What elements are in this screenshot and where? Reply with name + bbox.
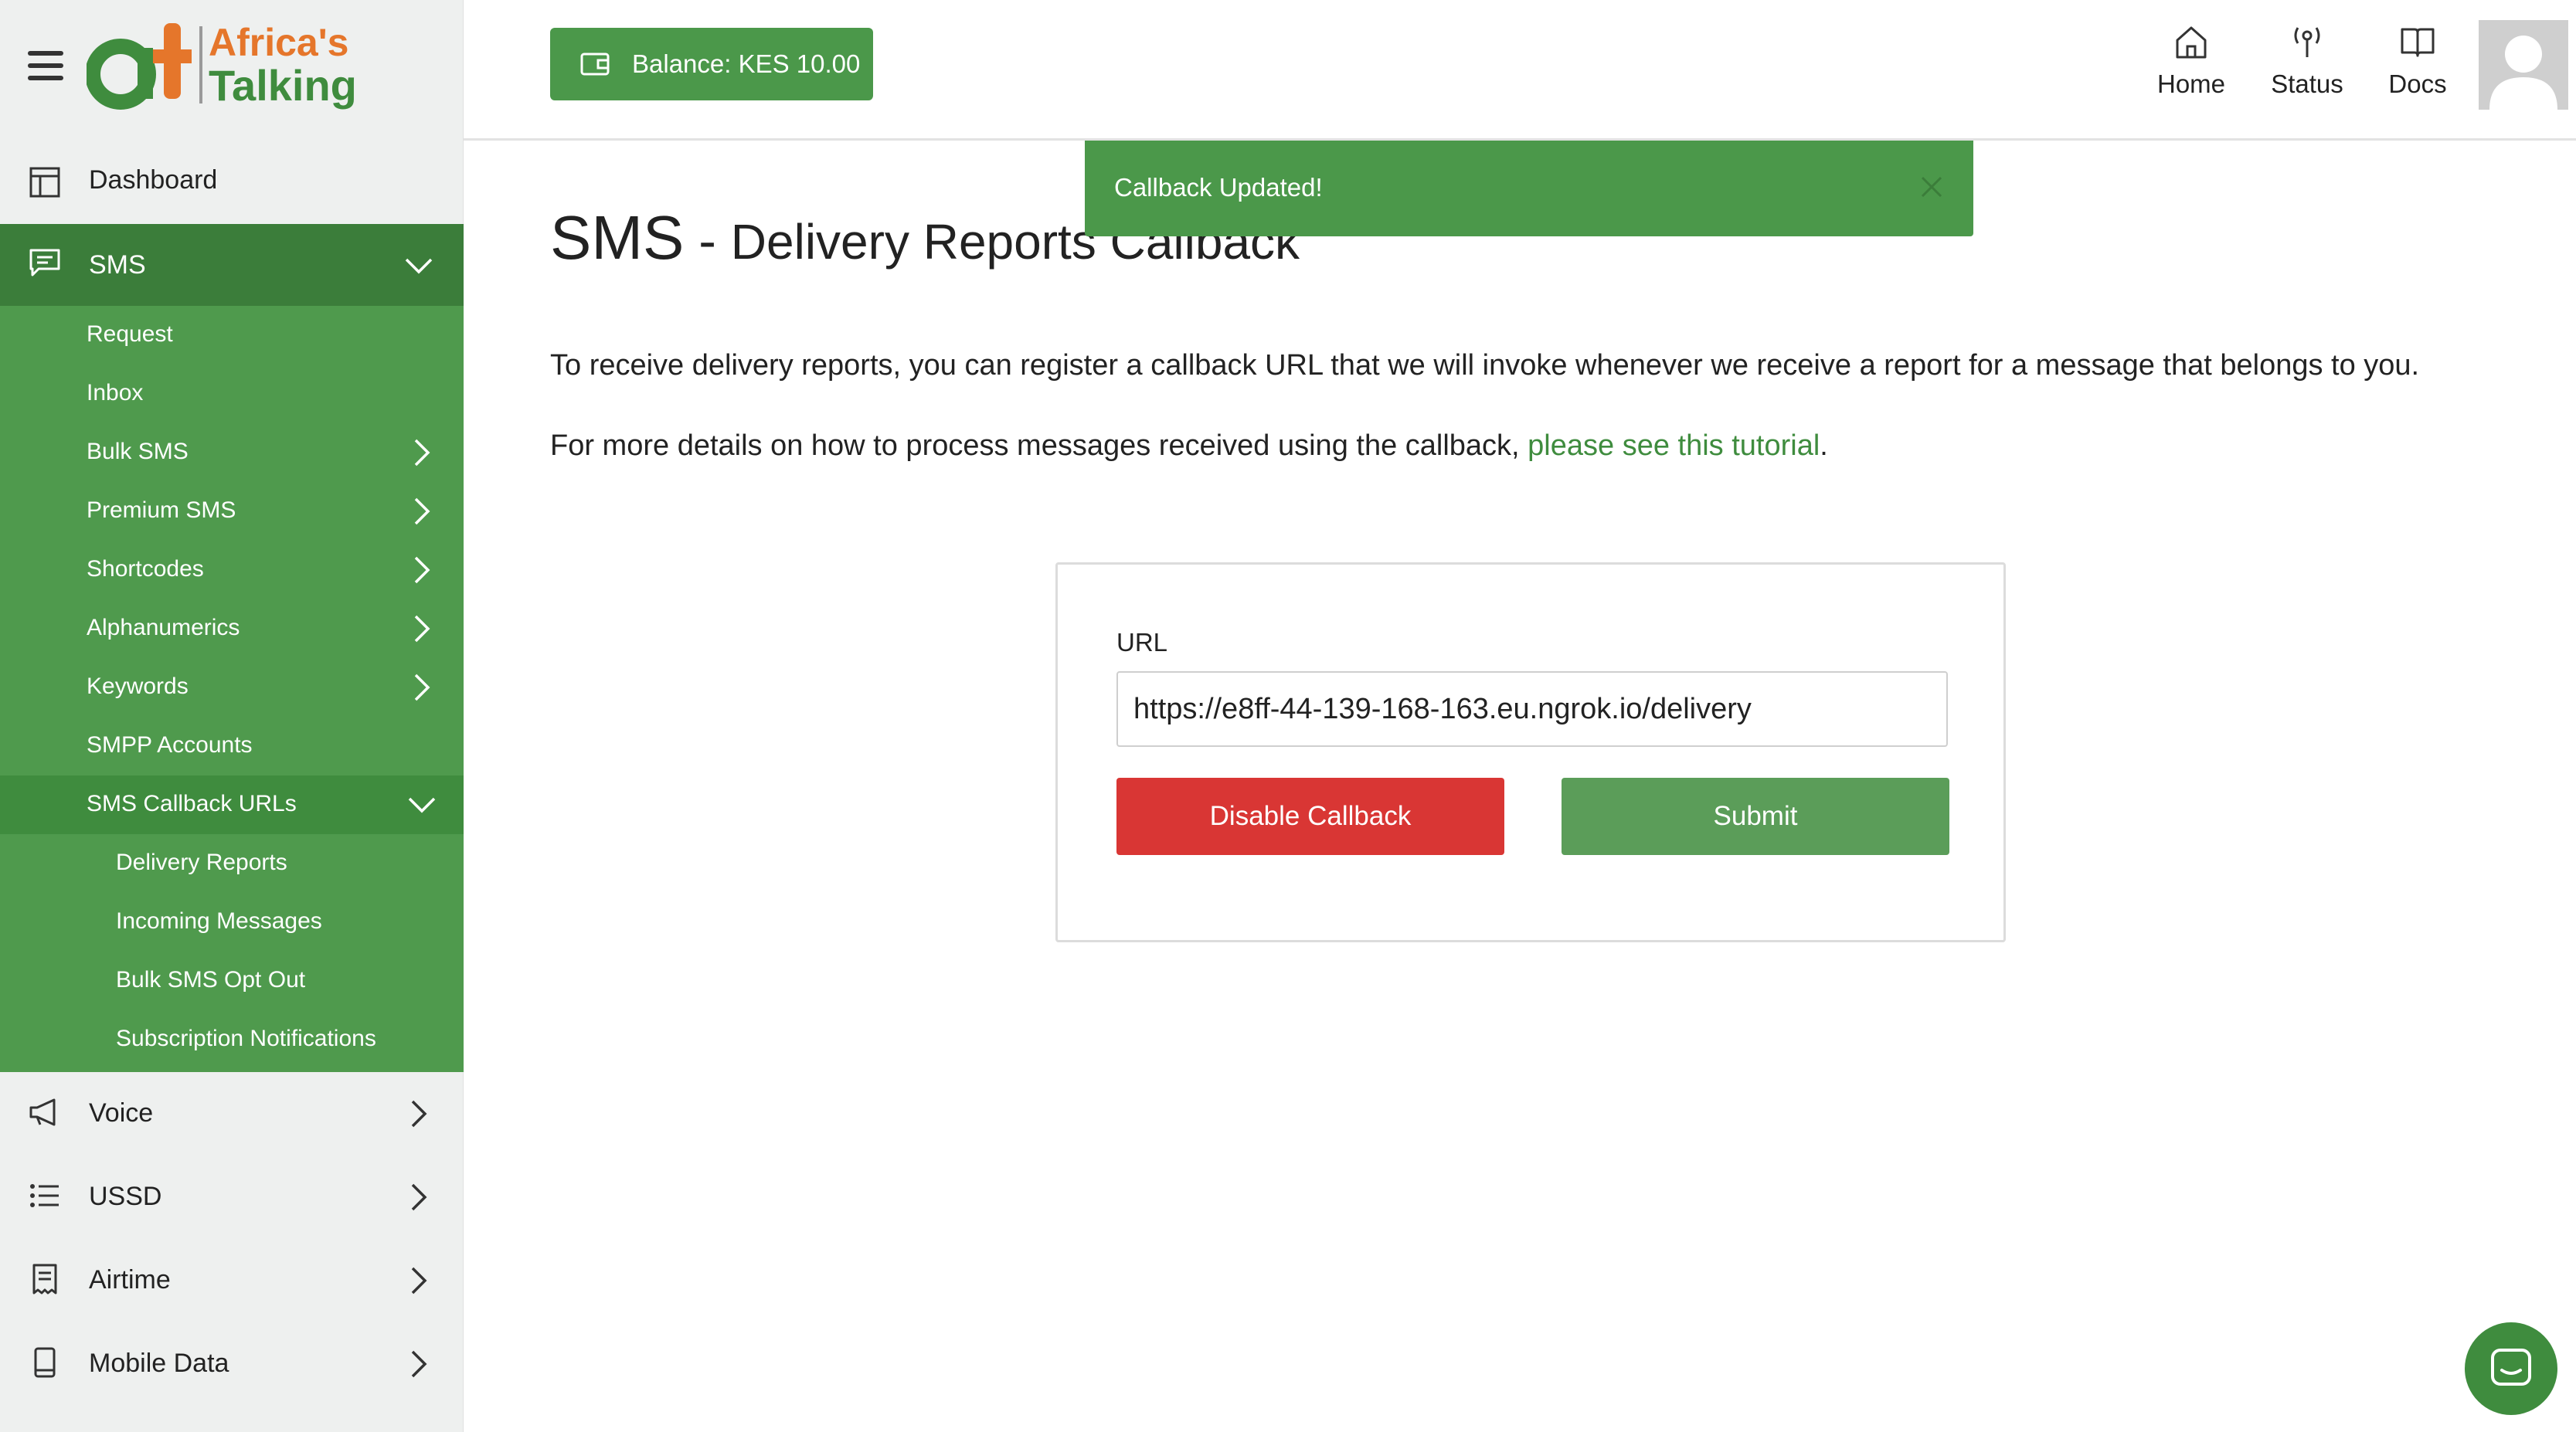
sidebar-item-label: Shortcodes: [87, 556, 204, 582]
sidebar-item-label: Dashboard: [89, 165, 218, 195]
sidebar-item-label: Bulk SMS Opt Out: [116, 967, 306, 993]
chevron-right-icon: [411, 1183, 427, 1211]
sidebar-item-label: Alphanumerics: [87, 615, 240, 640]
sidebar-item-request[interactable]: Request: [0, 306, 464, 365]
chevron-down-icon: [405, 258, 433, 274]
sidebar-item-label: Mobile Data: [89, 1349, 229, 1378]
africas-talking-logo[interactable]: Africa's Talking: [85, 14, 372, 114]
sidebar-item-ussd[interactable]: USSD: [0, 1155, 464, 1239]
sidebar-item-keywords[interactable]: Keywords: [0, 658, 464, 717]
chat-icon: [2491, 1349, 2531, 1386]
chevron-right-icon: [414, 556, 430, 584]
sidebar-item-voice[interactable]: Voice: [0, 1072, 464, 1155]
sidebar-item-label: Request: [87, 321, 173, 347]
balance-label: Balance: KES 10.00: [632, 49, 861, 78]
dashboard-icon: [29, 167, 60, 198]
sidebar-item-sms-callback-urls[interactable]: SMS Callback URLs: [0, 775, 464, 834]
sidebar-item-label: Premium SMS: [87, 497, 236, 523]
header-nav-docs[interactable]: Docs: [2375, 15, 2460, 116]
sidebar-item-delivery-reports[interactable]: Delivery Reports: [0, 834, 464, 893]
header-nav-label: Home: [2156, 70, 2226, 98]
chevron-right-icon: [414, 497, 430, 525]
wallet-icon: [580, 53, 610, 76]
details-prefix: For more details on how to process messa…: [550, 429, 1528, 462]
megaphone-icon: [29, 1098, 56, 1126]
chevron-right-icon: [414, 615, 430, 643]
details-text: For more details on how to process messa…: [550, 429, 1828, 463]
submit-button[interactable]: Submit: [1562, 778, 1949, 855]
brand-area: Africa's Talking: [0, 0, 464, 133]
sidebar-item-label: SMPP Accounts: [87, 732, 253, 758]
antenna-icon: [2294, 27, 2320, 57]
sidebar-item-inbox[interactable]: Inbox: [0, 365, 464, 423]
intro-text: To receive delivery reports, you can reg…: [550, 349, 2420, 382]
receipt-icon: [32, 1264, 57, 1295]
page-title-main: SMS: [550, 203, 685, 272]
sidebar-item-shortcodes[interactable]: Shortcodes: [0, 541, 464, 599]
page-title-separator: -: [684, 212, 731, 270]
sidebar-item-label: Airtime: [89, 1265, 171, 1295]
url-label: URL: [1116, 628, 1168, 657]
sidebar-item-bulk-sms-opt-out[interactable]: Bulk SMS Opt Out: [0, 952, 464, 1010]
sms-submenu: Request Inbox Bulk SMS Premium SMS Short…: [0, 306, 464, 1072]
header-nav-home[interactable]: Home: [2145, 15, 2238, 116]
sidebar-item-label: SMS Callback URLs: [87, 791, 297, 816]
header-nav-label: Status: [2271, 70, 2343, 98]
user-icon: [2489, 36, 2557, 110]
sidebar-item-label: Inbox: [87, 380, 144, 406]
message-icon: [29, 249, 60, 277]
chevron-right-icon: [411, 1267, 427, 1295]
book-icon: [2401, 28, 2435, 57]
chat-button[interactable]: [2465, 1322, 2557, 1415]
sidebar-item-incoming-messages[interactable]: Incoming Messages: [0, 893, 464, 952]
url-input[interactable]: [1116, 671, 1948, 747]
home-icon: [2176, 26, 2207, 59]
chevron-right-icon: [411, 1100, 427, 1128]
sidebar-item-alphanumerics[interactable]: Alphanumerics: [0, 599, 464, 658]
sidebar-item-subscription-notifications[interactable]: Subscription Notifications: [0, 1010, 464, 1069]
header-nav-status[interactable]: Status: [2259, 15, 2355, 116]
sidebar-item-label: SMS: [89, 250, 146, 280]
success-toast: Callback Updated!: [1085, 141, 1973, 236]
callback-form: URL Disable Callback Submit: [1055, 562, 2006, 942]
chevron-right-icon: [414, 674, 430, 701]
list-icon: [30, 1184, 59, 1207]
user-avatar[interactable]: [2479, 20, 2568, 110]
header-nav-label: Docs: [2388, 70, 2447, 98]
balance-button[interactable]: Balance: KES 10.00: [550, 28, 873, 100]
svg-text:Africa's: Africa's: [209, 21, 348, 64]
sidebar-item-label: Delivery Reports: [116, 850, 287, 875]
sidebar-item-smpp-accounts[interactable]: SMPP Accounts: [0, 717, 464, 775]
sidebar-item-airtime[interactable]: Airtime: [0, 1239, 464, 1322]
sidebar-item-label: Voice: [89, 1098, 154, 1128]
sidebar-item-bulk-sms[interactable]: Bulk SMS: [0, 423, 464, 482]
sidebar-item-label: Bulk SMS: [87, 439, 189, 464]
phone-icon: [34, 1347, 56, 1378]
sidebar: Africa's Talking Dashboard SMS Request I…: [0, 0, 464, 1432]
tutorial-link[interactable]: please see this tutorial: [1528, 429, 1820, 462]
details-suffix: .: [1820, 429, 1828, 462]
svg-text:Talking: Talking: [209, 61, 357, 110]
sidebar-item-premium-sms[interactable]: Premium SMS: [0, 482, 464, 541]
top-header: Balance: KES 10.00 Home Status Docs: [464, 0, 2576, 141]
sidebar-item-dashboard[interactable]: Dashboard: [0, 147, 464, 224]
close-icon[interactable]: [1918, 173, 1946, 201]
chevron-right-icon: [411, 1350, 427, 1378]
sidebar-item-mobile-data[interactable]: Mobile Data: [0, 1322, 464, 1406]
sidebar-item-label: Subscription Notifications: [116, 1026, 376, 1051]
hamburger-menu-icon[interactable]: [28, 51, 63, 80]
toast-message: Callback Updated!: [1114, 173, 1323, 202]
sidebar-item-label: Incoming Messages: [116, 908, 322, 934]
sidebar-item-label: Keywords: [87, 674, 189, 699]
sidebar-item-sms[interactable]: SMS: [0, 224, 464, 306]
chevron-right-icon: [414, 439, 430, 467]
chevron-down-icon: [408, 797, 436, 813]
disable-callback-button[interactable]: Disable Callback: [1116, 778, 1504, 855]
sidebar-item-label: USSD: [89, 1182, 162, 1211]
